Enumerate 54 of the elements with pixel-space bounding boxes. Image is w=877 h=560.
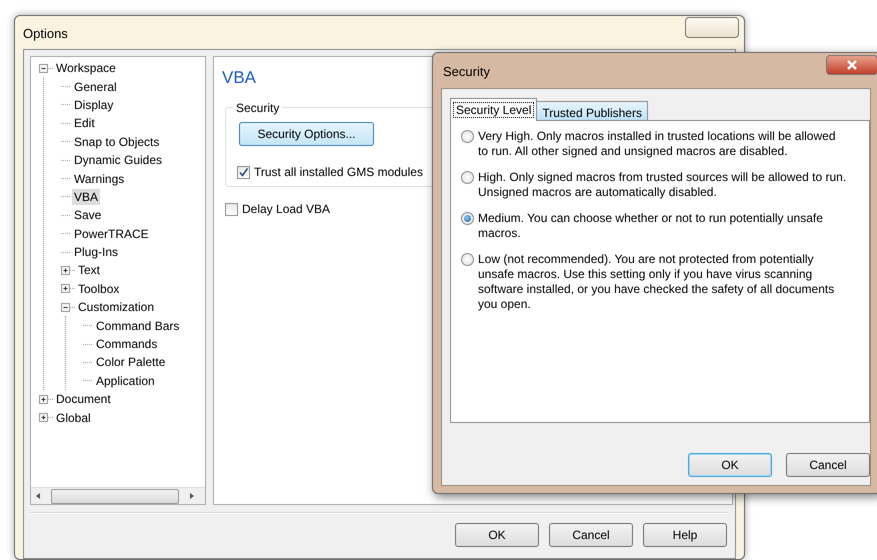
dialog-button[interactable]: Cancel bbox=[549, 523, 633, 547]
collapse-icon[interactable] bbox=[39, 64, 48, 73]
tab[interactable]: Trusted Publishers bbox=[536, 101, 648, 121]
tree-item[interactable]: Plug-Ins bbox=[72, 244, 120, 260]
expand-icon[interactable] bbox=[61, 284, 70, 294]
tree-item[interactable]: Display bbox=[72, 96, 116, 113]
tree-item[interactable]: Application bbox=[94, 372, 157, 389]
window-title: Options bbox=[23, 25, 68, 43]
dialog-button[interactable]: Cancel bbox=[786, 453, 870, 477]
option-label: Low (not recommended). You are not protected from potentially unsafe macros. Use this setting only if you have virus scanning software installed, or you have checked the safety of all documents you open. bbox=[478, 252, 836, 312]
expand-icon[interactable] bbox=[39, 394, 48, 404]
tree-item[interactable]: Color Palette bbox=[94, 354, 168, 370]
tree-item[interactable]: Snap to Objects bbox=[72, 134, 162, 150]
collapse-icon[interactable] bbox=[61, 302, 70, 312]
tree-item[interactable]: Document bbox=[54, 391, 113, 408]
tree-item[interactable]: Commands bbox=[94, 336, 160, 352]
checkbox-label: Trust all installed GMS modules bbox=[254, 164, 423, 181]
tree-item[interactable]: General bbox=[72, 78, 119, 95]
checkbox[interactable] bbox=[225, 202, 238, 216]
option-label: Medium. You can choose whether or not to run potentially unsafe macros. bbox=[478, 211, 824, 241]
security-options-button[interactable]: Security Options... bbox=[239, 122, 374, 146]
dialog-button[interactable]: OK bbox=[455, 523, 539, 547]
radio-button[interactable] bbox=[461, 212, 474, 225]
dialog-button[interactable]: OK bbox=[688, 453, 772, 477]
option-label: Very High. Only macros installed in trusted locations will be allowed to run. All other signed and unsigned macros are disabled. bbox=[478, 129, 836, 159]
check-icon bbox=[239, 168, 248, 176]
checkbox-label: Delay Load VBA bbox=[242, 201, 330, 218]
tab[interactable]: Security Level bbox=[450, 98, 538, 121]
expand-icon[interactable] bbox=[39, 413, 48, 422]
tree-item[interactable]: Dynamic Guides bbox=[72, 152, 164, 168]
close-button[interactable] bbox=[685, 17, 739, 38]
tree-item[interactable]: PowerTRACE bbox=[72, 226, 151, 242]
tree-item[interactable]: Edit bbox=[72, 115, 97, 132]
tree-item[interactable]: Command Bars bbox=[94, 318, 182, 334]
page-heading: VBA bbox=[222, 67, 256, 89]
radio-button[interactable] bbox=[461, 253, 474, 266]
close-icon[interactable] bbox=[846, 60, 858, 70]
tree-item[interactable]: Global bbox=[54, 410, 93, 426]
tree-item[interactable]: Save bbox=[72, 207, 104, 224]
tree-item[interactable]: VBA bbox=[72, 188, 100, 205]
window-title: Security bbox=[443, 63, 490, 81]
radio-button[interactable] bbox=[461, 130, 474, 143]
option-label: High. Only signed macros from trusted sources will be allowed to run. Unsigned macros are automatically disabled. bbox=[478, 170, 847, 200]
expand-icon[interactable] bbox=[61, 266, 70, 275]
scrollbar-thumb[interactable] bbox=[51, 488, 179, 504]
tree-item[interactable]: Text bbox=[76, 262, 102, 278]
dialog-button[interactable]: Help bbox=[643, 523, 727, 547]
tree-item[interactable]: Warnings bbox=[72, 170, 126, 187]
close-button[interactable] bbox=[826, 55, 877, 75]
tree-item[interactable]: Customization bbox=[76, 299, 156, 316]
tree-item[interactable]: Workspace bbox=[54, 60, 118, 76]
radio-button[interactable] bbox=[461, 171, 474, 184]
checkbox[interactable] bbox=[237, 166, 250, 178]
tree-item[interactable]: Toolbox bbox=[76, 280, 122, 297]
